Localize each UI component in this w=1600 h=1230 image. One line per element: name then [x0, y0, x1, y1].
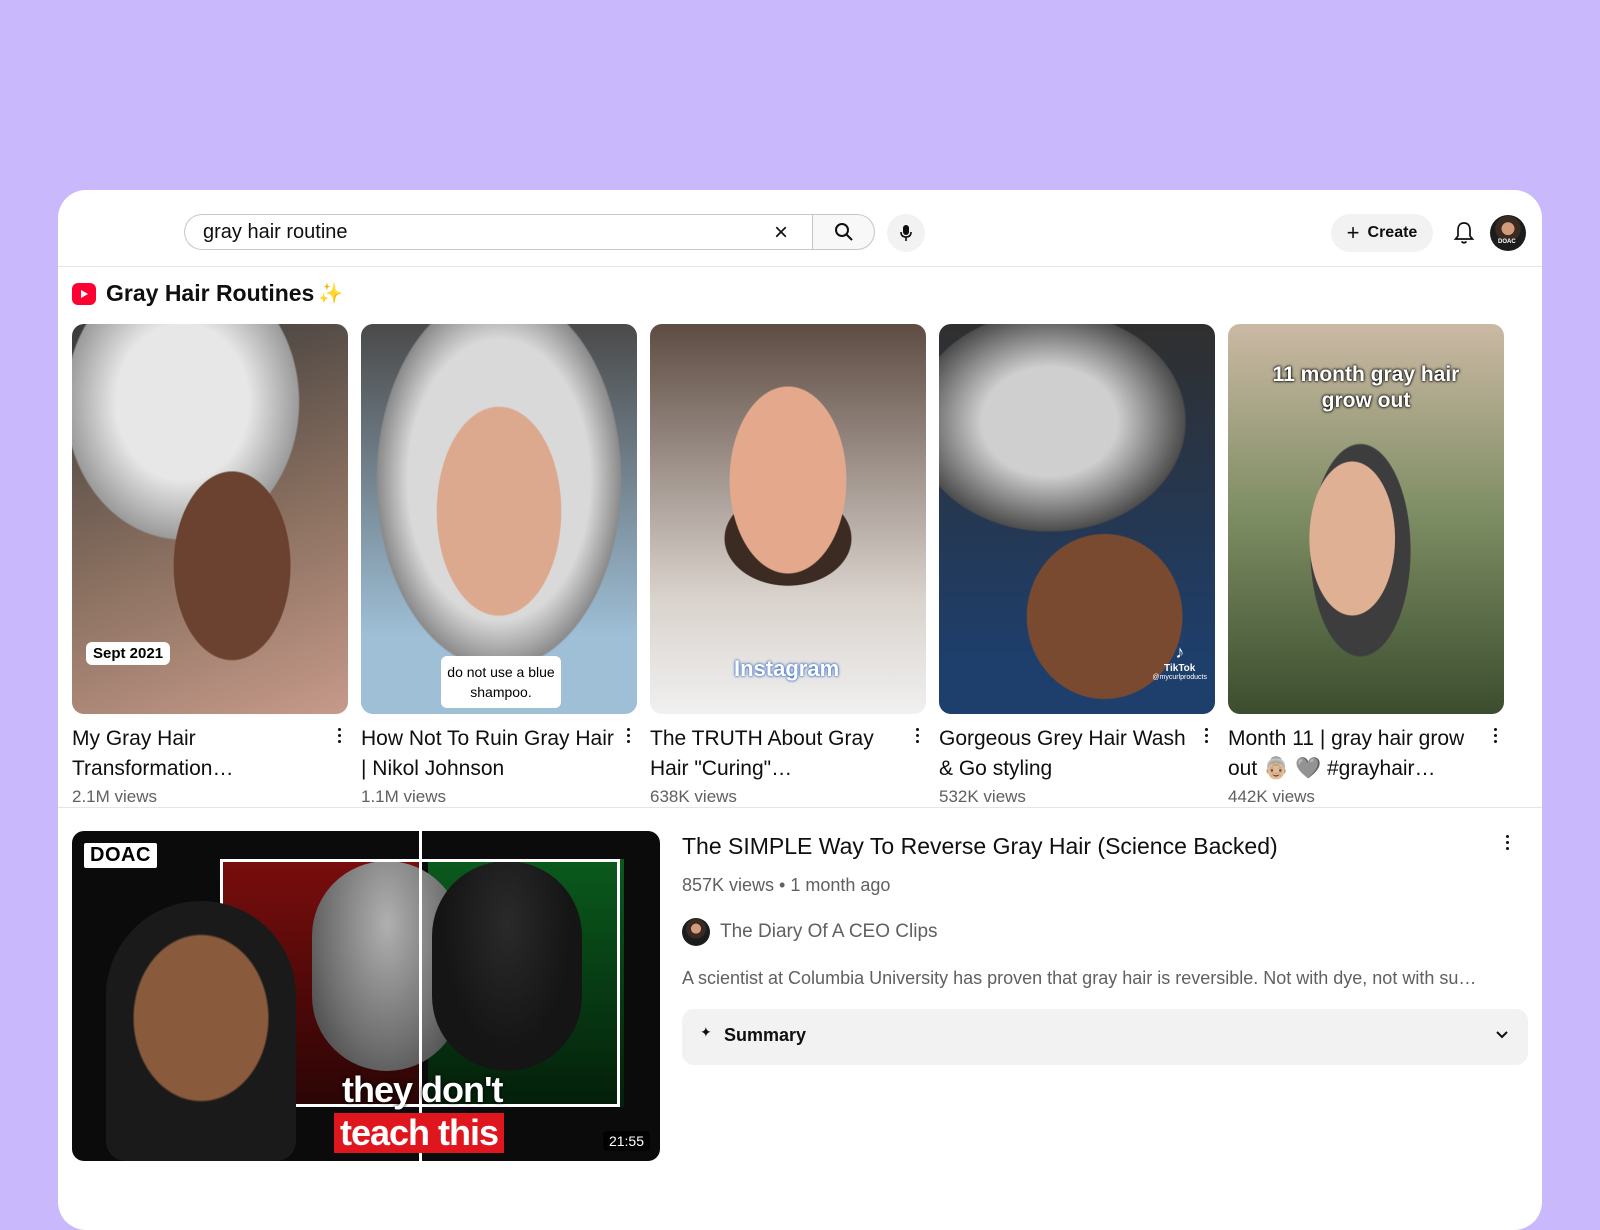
channel-row[interactable]: The Diary Of A CEO Clips: [682, 918, 1522, 946]
thumbnail-overlay-text: 11 month gray hair grow out: [1272, 363, 1460, 412]
video-thumbnail[interactable]: DOAC they don't teach this 21:55: [72, 831, 660, 1161]
short-thumbnail[interactable]: do not use a blue shampoo.: [361, 324, 637, 714]
thumbnail-overlay-text: do not use a blue shampoo.: [441, 656, 561, 708]
close-icon[interactable]: ×: [768, 219, 794, 246]
top-bar: × + Create DOAC: [58, 190, 1542, 267]
short-views: 442K views: [1228, 787, 1315, 806]
more-options-icon[interactable]: [1199, 724, 1213, 746]
account-avatar[interactable]: DOAC: [1490, 215, 1526, 251]
bell-icon: [1453, 222, 1475, 244]
thumbnail-text-line1: they don't: [342, 1069, 504, 1110]
shorts-shelf-header: Gray Hair Routines ✨: [72, 280, 343, 307]
mic-icon: [900, 225, 912, 241]
search-input[interactable]: [185, 216, 765, 248]
notifications-button[interactable]: [1447, 216, 1481, 250]
tiktok-handle: @mycurlproducts: [1152, 674, 1207, 681]
more-options-icon[interactable]: [332, 724, 346, 746]
create-button[interactable]: + Create: [1331, 214, 1433, 252]
short-thumbnail[interactable]: ♪ TikTok @mycurlproducts: [939, 324, 1215, 714]
short-title[interactable]: How Not To Ruin Gray Hair | Nikol Johnso…: [361, 724, 637, 784]
voice-search-button[interactable]: [887, 214, 925, 252]
chevron-down-icon: [1496, 1031, 1508, 1039]
sparkle-icon: ✦: [700, 1024, 712, 1040]
short-card[interactable]: Instagram The TRUTH About Gray Hair "Cur…: [650, 324, 926, 807]
search-button[interactable]: [812, 214, 875, 250]
short-card[interactable]: Sept 2021 My Gray Hair Transformation… 2…: [72, 324, 348, 807]
more-options-icon[interactable]: [621, 724, 635, 746]
short-title[interactable]: My Gray Hair Transformation…: [72, 724, 348, 784]
channel-name[interactable]: The Diary Of A CEO Clips: [720, 921, 938, 943]
shorts-shelf-title: Gray Hair Routines: [106, 280, 315, 306]
search-box[interactable]: ×: [184, 214, 812, 250]
short-card[interactable]: ♪ TikTok @mycurlproducts Gorgeous Grey H…: [939, 324, 1215, 807]
channel-avatar[interactable]: [682, 918, 710, 946]
tiktok-icon: ♪: [1175, 642, 1185, 662]
avatar-badge: DOAC: [1498, 239, 1516, 245]
video-duration: 21:55: [602, 1131, 650, 1151]
more-options-icon[interactable]: [1488, 724, 1502, 746]
short-views: 638K views: [650, 787, 737, 806]
thumbnail-overlay-text: Instagram: [734, 656, 840, 681]
search-icon: [834, 223, 853, 241]
video-info: The SIMPLE Way To Reverse Gray Hair (Sci…: [682, 831, 1528, 1065]
plus-icon: +: [1346, 220, 1360, 245]
more-options-icon[interactable]: [910, 724, 924, 746]
thumbnail-channel-badge: DOAC: [84, 843, 157, 868]
shorts-logo-icon: [72, 282, 96, 305]
short-thumbnail[interactable]: Sept 2021: [72, 324, 348, 714]
section-divider: [58, 807, 1542, 808]
app-window: × + Create DOAC: [58, 190, 1542, 1230]
short-card[interactable]: 11 month gray hair grow out Month 11 | g…: [1228, 324, 1504, 807]
short-title[interactable]: Gorgeous Grey Hair Wash & Go styling: [939, 724, 1215, 784]
short-title[interactable]: Month 11 | gray hair grow out 👵🏼 🩶 #gray…: [1228, 724, 1504, 784]
more-options-icon[interactable]: [1500, 831, 1514, 853]
short-thumbnail[interactable]: 11 month gray hair grow out: [1228, 324, 1504, 714]
tiktok-label: TikTok: [1164, 663, 1196, 674]
short-card[interactable]: do not use a blue shampoo. How Not To Ru…: [361, 324, 637, 807]
short-title[interactable]: The TRUTH About Gray Hair "Curing"…: [650, 724, 926, 784]
thumbnail-overlay-text: Sept 2021: [86, 642, 171, 665]
video-title[interactable]: The SIMPLE Way To Reverse Gray Hair (Sci…: [682, 831, 1522, 861]
create-label: Create: [1367, 224, 1418, 241]
short-thumbnail[interactable]: Instagram: [650, 324, 926, 714]
video-description: A scientist at Columbia University has p…: [682, 968, 1477, 988]
thumbnail-man: [106, 901, 296, 1161]
sparkle-icon: ✨: [318, 283, 344, 305]
video-meta: 857K views • 1 month ago: [682, 875, 891, 895]
tiktok-watermark: ♪ TikTok @mycurlproducts: [1152, 642, 1207, 681]
summary-expander[interactable]: ✦ Summary: [682, 1009, 1528, 1065]
thumbnail-text-line2: teach this: [334, 1113, 505, 1153]
short-views: 1.1M views: [361, 787, 447, 806]
short-views: 2.1M views: [72, 787, 158, 806]
summary-label: Summary: [724, 1025, 807, 1045]
short-views: 532K views: [939, 787, 1026, 806]
